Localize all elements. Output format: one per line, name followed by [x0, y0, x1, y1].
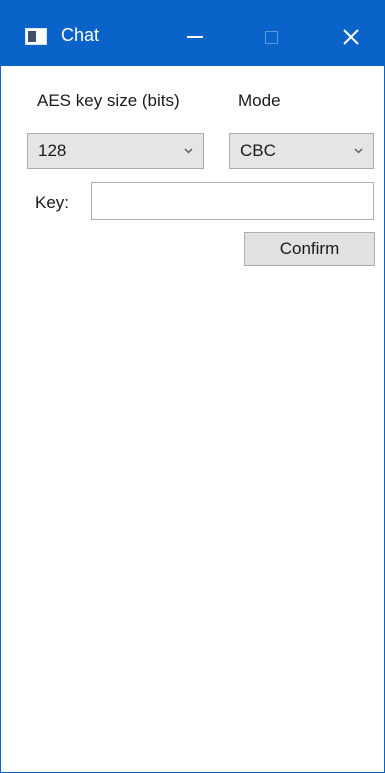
chevron-down-icon: [173, 146, 203, 157]
confirm-button[interactable]: Confirm: [244, 232, 375, 266]
close-button[interactable]: [329, 14, 373, 60]
mode-dropdown[interactable]: CBC: [229, 133, 374, 169]
mode-label: Mode: [238, 91, 281, 110]
key-label: Key:: [35, 193, 70, 212]
window-title: Chat: [61, 25, 100, 45]
mode-value: CBC: [240, 141, 276, 160]
app-icon: [25, 28, 47, 45]
minimize-button[interactable]: [173, 14, 217, 60]
title-bar[interactable]: Chat: [1, 0, 384, 66]
maximize-button[interactable]: [249, 14, 293, 60]
close-icon: [343, 29, 359, 45]
minimize-icon: [187, 36, 203, 38]
maximize-icon: [264, 30, 278, 44]
key-size-dropdown[interactable]: 128: [27, 133, 204, 169]
key-size-label: AES key size (bits): [37, 91, 180, 110]
key-size-value: 128: [38, 141, 67, 160]
chevron-down-icon: [343, 146, 373, 157]
chat-window: Chat AES key size (bits) Mode 128 CBC Ke…: [0, 0, 385, 773]
key-input[interactable]: [91, 182, 374, 220]
